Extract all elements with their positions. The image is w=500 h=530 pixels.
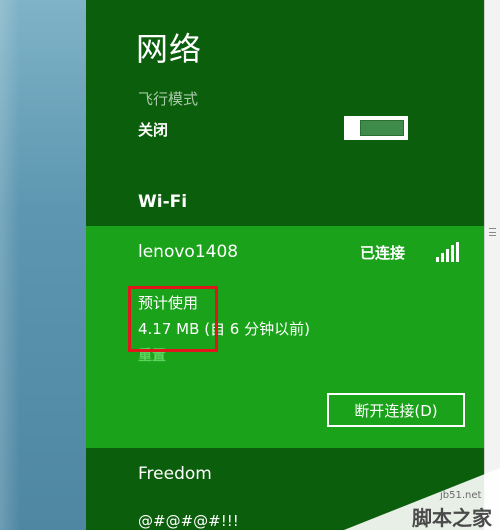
disconnect-button[interactable]: 断开连接(D) <box>327 393 465 427</box>
wifi-section-header: Wi-Fi <box>138 192 188 212</box>
network-item-freedom[interactable]: Freedom <box>138 464 212 484</box>
network-name: lenovo1408 <box>138 242 239 262</box>
network-item-other[interactable]: @#@#@#!!! <box>138 512 239 530</box>
page-title: 网络 <box>136 30 203 68</box>
connection-status: 已连接 <box>360 244 406 262</box>
network-flyout: 网络 飞行模式 关闭 Wi-Fi lenovo1408 已连接 预计使用 4.1… <box>86 0 484 530</box>
toggle-knob[interactable] <box>346 117 358 139</box>
airplane-mode-toggle[interactable] <box>344 116 408 140</box>
scrollbar-grip-icon <box>489 228 496 236</box>
toggle-track <box>360 120 404 136</box>
desktop-background <box>0 0 86 530</box>
highlight-box <box>128 286 218 352</box>
airplane-mode-label: 飞行模式 <box>138 90 199 108</box>
wifi-signal-icon <box>436 242 460 262</box>
usage-since: (自 6 分钟以前) <box>204 320 310 338</box>
airplane-mode-state: 关闭 <box>138 121 169 139</box>
scrollbar[interactable] <box>484 0 500 530</box>
network-item-connected[interactable]: lenovo1408 已连接 预计使用 4.17 MB (自 6 分钟以前) 重… <box>86 226 484 448</box>
